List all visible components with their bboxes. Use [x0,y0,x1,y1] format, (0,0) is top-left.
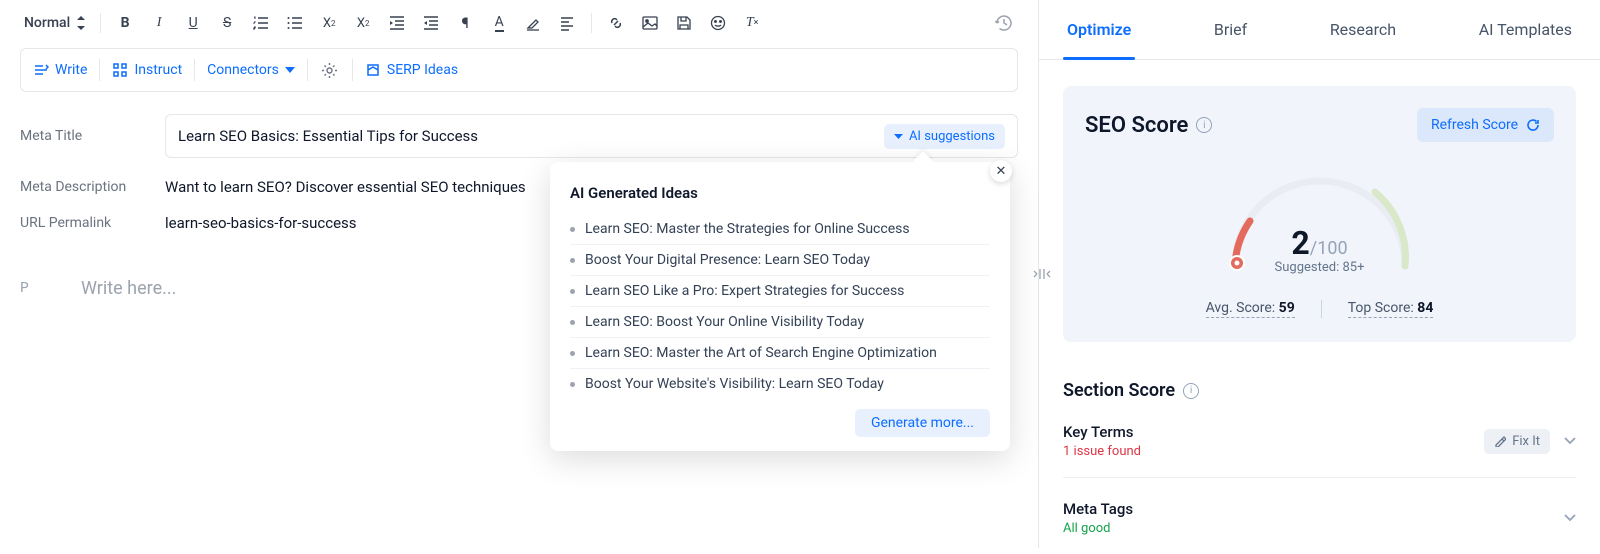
refresh-score-button[interactable]: Refresh Score [1417,108,1554,142]
idea-item[interactable]: Learn SEO: Boost Your Online Visibility … [570,307,990,338]
highlight-icon[interactable] [523,13,543,33]
seo-score-title: SEO Score i [1085,113,1212,138]
seo-suggested: Suggested: 85+ [1215,260,1425,275]
tab-ai-templates[interactable]: AI Templates [1479,0,1572,59]
serp-ideas-button[interactable]: SERP Ideas [365,62,458,78]
seo-score-value: 2 [1291,224,1309,262]
chevron-down-icon[interactable] [1564,514,1576,522]
strikethrough-icon[interactable]: S [217,13,237,33]
write-button[interactable]: Write [33,62,87,78]
pane-resize-handle[interactable] [1033,267,1051,281]
meta-title-label: Meta Title [20,128,165,144]
bullet-icon [570,382,575,387]
block-style-label: Normal [24,15,70,31]
bold-icon[interactable]: B [115,13,135,33]
ai-suggestions-button[interactable]: AI suggestions [884,124,1005,149]
tab-optimize[interactable]: Optimize [1067,0,1131,59]
block-tag-indicator: P [20,280,29,297]
seo-panel: Optimize Brief Research AI Templates SEO… [1038,0,1600,548]
meta-tags-label: Meta Tags [1063,500,1133,518]
key-terms-label: Key Terms [1063,423,1141,441]
meta-title-field[interactable]: Learn SEO Basics: Essential Tips for Suc… [165,114,1018,158]
idea-item[interactable]: Boost Your Website's Visibility: Learn S… [570,369,990,399]
chevron-down-icon[interactable] [1564,437,1576,445]
seo-score-denom: /100 [1310,238,1348,259]
popover-title: AI Generated Ideas [570,184,990,202]
indent-decrease-icon[interactable] [387,13,407,33]
ai-ideas-popover: ✕ AI Generated Ideas Learn SEO: Master t… [550,162,1010,451]
ordered-list-icon[interactable] [251,13,271,33]
unordered-list-icon[interactable] [285,13,305,33]
fix-it-button[interactable]: Fix It [1484,429,1550,454]
connectors-label: Connectors [207,62,279,78]
top-score-stat: Top Score: 84 [1348,300,1434,318]
editor-pane: Normal B I U S X2 X2 ¶ A [0,0,1038,548]
bullet-icon [570,258,575,263]
generate-more-row: Generate more... [570,409,990,437]
editor-format-toolbar: Normal B I U S X2 X2 ¶ A [20,0,1018,46]
emoji-icon[interactable] [708,13,728,33]
editor-placeholder: Write here... [81,278,176,299]
gear-icon[interactable] [320,60,340,80]
block-style-select[interactable]: Normal [24,15,86,31]
section-score-title: Section Score i [1063,380,1576,401]
meta-title-value: Learn SEO Basics: Essential Tips for Suc… [178,127,478,145]
bullet-icon [570,320,575,325]
save-icon[interactable] [674,13,694,33]
idea-list: Learn SEO: Master the Strategies for Onl… [570,214,990,399]
link-icon[interactable] [606,13,626,33]
section-key-terms: Key Terms 1 issue found Fix It [1063,423,1576,478]
separator [307,59,308,81]
url-permalink-label: URL Permalink [20,215,165,231]
seo-score-card: SEO Score i Refresh Score 2/100 [1063,86,1576,342]
text-color-icon[interactable]: A [489,13,509,33]
seo-gauge: 2/100 Suggested: 85+ [1085,166,1554,276]
tab-research[interactable]: Research [1330,0,1396,59]
ai-toolbar: Write Instruct Connectors SERP Ideas [20,48,1018,92]
clear-format-icon[interactable]: T× [742,13,762,33]
meta-title-row: Meta Title Learn SEO Basics: Essential T… [20,114,1018,158]
separator [591,13,592,33]
separator [99,59,100,81]
italic-icon[interactable]: I [149,13,169,33]
meta-tags-status: All good [1063,521,1133,536]
idea-item[interactable]: Boost Your Digital Presence: Learn SEO T… [570,245,990,276]
meta-description-label: Meta Description [20,179,165,195]
serp-label: SERP Ideas [387,62,458,78]
subscript-icon[interactable]: X2 [319,13,339,33]
indent-increase-icon[interactable] [421,13,441,33]
panel-tabs: Optimize Brief Research AI Templates [1039,0,1600,60]
write-label: Write [55,62,87,78]
bullet-icon [570,289,575,294]
close-icon[interactable]: ✕ [990,160,1012,182]
underline-icon[interactable]: U [183,13,203,33]
updown-icon [76,16,86,30]
separator [100,13,101,33]
separator [194,59,195,81]
tab-brief[interactable]: Brief [1214,0,1247,59]
bullet-icon [570,351,575,356]
avg-score-stat: Avg. Score: 59 [1206,300,1295,318]
align-icon[interactable] [557,13,577,33]
idea-item[interactable]: Learn SEO: Master the Strategies for Onl… [570,214,990,245]
separator [1321,300,1322,318]
info-icon[interactable]: i [1183,383,1199,399]
section-meta-tags: Meta Tags All good [1063,500,1576,554]
score-stats: Avg. Score: 59 Top Score: 84 [1085,300,1554,318]
image-icon[interactable] [640,13,660,33]
generate-more-button[interactable]: Generate more... [855,409,990,437]
separator [352,59,353,81]
ai-suggestions-label: AI suggestions [909,129,995,144]
key-terms-status: 1 issue found [1063,444,1141,459]
idea-item[interactable]: Learn SEO: Master the Art of Search Engi… [570,338,990,369]
instruct-label: Instruct [134,62,182,78]
info-icon[interactable]: i [1196,117,1212,133]
bullet-icon [570,227,575,232]
connectors-button[interactable]: Connectors [207,62,295,78]
paragraph-icon[interactable]: ¶ [455,13,475,33]
idea-item[interactable]: Learn SEO Like a Pro: Expert Strategies … [570,276,990,307]
superscript-icon[interactable]: X2 [353,13,373,33]
instruct-button[interactable]: Instruct [112,62,182,78]
history-icon[interactable] [994,13,1014,33]
